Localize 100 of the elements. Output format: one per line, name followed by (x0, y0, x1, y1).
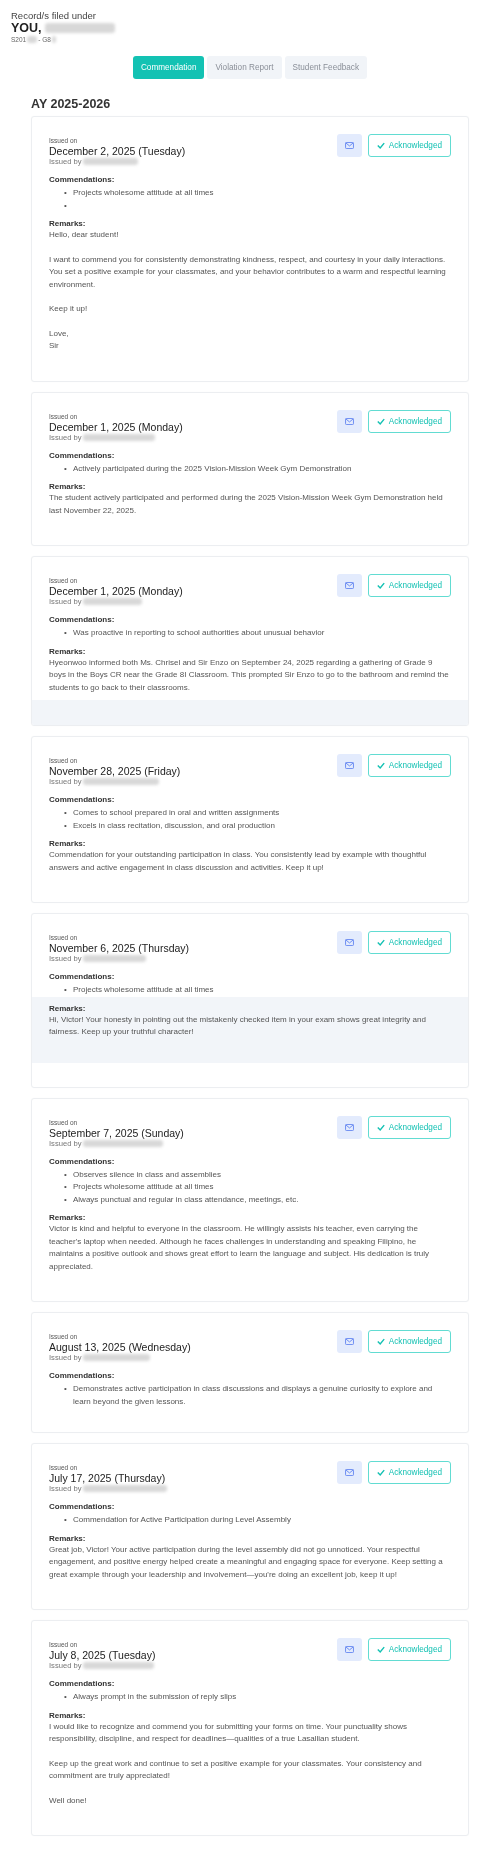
section-label: Remarks: (49, 481, 87, 492)
redacted-text (44, 23, 115, 33)
bullet: • (64, 627, 68, 639)
acknowledged-button[interactable]: Acknowledged (367, 1461, 451, 1484)
bullet: • (64, 984, 68, 996)
mail-button[interactable] (336, 1461, 362, 1484)
bullet: • (64, 462, 68, 475)
remarks-text: Well done! (49, 1794, 88, 1807)
mail-icon (344, 142, 354, 149)
mail-button[interactable] (336, 931, 362, 954)
acknowledged-button[interactable]: Acknowledged (367, 574, 451, 597)
mail-button[interactable] (336, 1115, 362, 1139)
section-label: Commendations: (49, 174, 116, 185)
remarks-text: The student actively participated and performed during the 2025 Vision-Mission Week Gym Demonstration held last November 22, 2025. (49, 492, 444, 517)
mail-button[interactable] (336, 134, 362, 157)
section-label: Remarks: (49, 1532, 87, 1544)
commendation-item: Projects wholesome attitude at all times (73, 984, 214, 996)
mail-icon (344, 1469, 354, 1476)
check-icon (376, 142, 385, 149)
commendation-item: Projects wholesome attitude at all times (73, 187, 214, 199)
acknowledged-button[interactable]: Acknowledged (367, 1638, 451, 1661)
commendation-item: Observes silence in class and assemblies (73, 1168, 222, 1181)
section-label: Remarks: (49, 838, 87, 849)
issue-date: November 28, 2025 (Friday) (49, 765, 181, 777)
check-icon (376, 939, 385, 946)
section-label: Remarks: (49, 1212, 87, 1223)
bullet: • (64, 1691, 68, 1703)
commendation-item: Actively participated during the 2025 Vision-Mission Week Gym Demonstration (73, 462, 352, 475)
mail-icon (344, 1123, 354, 1131)
redacted-text (82, 158, 138, 165)
remarks-text: Victor is kind and helpful to everyone in the classroom. He willingly assists his teacher, even carrying the teacher's laptop when needed. Although he faces challenges in understanding and speaking Filipino, he maintains a positive outlook and shows great effort to learn the language and subject. His dedication is truly appreciated. (49, 1223, 431, 1273)
redacted-text (82, 1662, 154, 1669)
issue-date: July 8, 2025 (Tuesday) (49, 1649, 156, 1661)
tab[interactable]: Commendation (132, 56, 205, 79)
redacted-text (27, 36, 38, 43)
section-label: Commendations: (49, 614, 116, 625)
acknowledged-button[interactable]: Acknowledged (367, 409, 451, 433)
issue-date: July 17, 2025 (Thursday) (49, 1472, 167, 1484)
section-label: Commendations: (49, 971, 116, 982)
commendation-item: Excels in class recitation, discussion, and oral production (73, 819, 275, 832)
bullet: • (64, 1514, 68, 1526)
bullet: • (64, 1181, 68, 1193)
acknowledged-button[interactable]: Acknowledged (367, 1115, 451, 1139)
remarks-text: Hyeonwoo informed both Ms. Chrisel and Sir Enzo on September 24, 2025 regarding a gathering of Grade 9 boys in the Boys CR near the Grade 8I Classroom. This prompted Sir Enzo to go to the bathroom and remind the students to go back to their classrooms. (49, 656, 450, 694)
section-label: Commendations: (49, 1155, 116, 1167)
check-icon (376, 1123, 385, 1131)
acknowledged-button[interactable]: Acknowledged (367, 134, 451, 157)
bullet: • (64, 1193, 68, 1206)
commendation-item: Always punctual and regular in class attendance, meetings, etc. (73, 1193, 299, 1206)
issue-date: December 1, 2025 (Monday) (49, 420, 183, 433)
check-icon (376, 417, 385, 425)
remarks-text: I would like to recognize and commend you for submitting your forms on time. Your punctuality shows responsibility, discipline, and respect for deadlines—qualities of a true Lasallian student. (49, 1720, 408, 1745)
tab[interactable]: Student Feedback (284, 56, 368, 79)
redacted-text (51, 36, 56, 43)
mail-icon (344, 582, 354, 589)
remarks-text: Hi, Victor! Your honesty in pointing out the mistakenly checked item in your exam shows great integrity and fairness. Keep up your truthful character! (49, 1013, 427, 1038)
check-icon (376, 762, 385, 769)
commendation-item: Demonstrates active participation in class discussions and displays a genuine curiosity to explore and learn beyond the given lessons. (73, 1383, 434, 1408)
redacted-text (82, 598, 142, 605)
section-label: Remarks: (49, 218, 87, 229)
commendation-item: Always prompt in the submission of reply slips (73, 1691, 237, 1703)
issue-date: November 6, 2025 (Thursday) (49, 942, 190, 954)
check-icon (376, 582, 385, 589)
bullet: • (64, 1383, 68, 1395)
year-heading: AY 2025-2026 (31, 97, 112, 111)
redacted-text (82, 1354, 150, 1361)
section-label: Remarks: (49, 1002, 87, 1014)
acknowledged-button[interactable]: Acknowledged (367, 754, 451, 777)
mail-button[interactable] (336, 754, 362, 777)
mail-button[interactable] (336, 1638, 362, 1661)
mail-icon (344, 939, 354, 946)
mail-button[interactable] (336, 409, 362, 433)
student-name: YOU, (11, 21, 42, 35)
issue-date: August 13, 2025 (Wednesday) (49, 1341, 191, 1353)
mail-icon (344, 1338, 354, 1345)
bullet: • (64, 1168, 68, 1181)
issue-date: December 1, 2025 (Monday) (49, 585, 183, 597)
remarks-text: Great job, Victor! Your active participation during the level assembly did not go unnoticed. Your respectful engagement, and positive energy helped create a meaningful and engaging space for everyone. Keep setting a great example through your leadership and involvement—you're doing an excellent job, keep it up! (49, 1543, 444, 1581)
commendation-item: Projects wholesome attitude at all times (73, 1181, 214, 1193)
section-label: Commendations: (49, 449, 116, 461)
issue-date: September 7, 2025 (Sunday) (49, 1126, 184, 1139)
remarks-text: Commendation for your outstanding participation in class. You consistently lead by example with thoughtful answers and active engagement in class discussion and activities. Keep it up! (49, 849, 428, 874)
tab[interactable]: Violation Report (207, 56, 282, 79)
check-icon (376, 1469, 385, 1476)
check-icon (376, 1646, 385, 1653)
acknowledged-button[interactable]: Acknowledged (367, 931, 451, 954)
acknowledged-button[interactable]: Acknowledged (367, 1330, 451, 1353)
section-label: Remarks: (49, 1709, 87, 1721)
section-label: Remarks: (49, 645, 87, 657)
mail-button[interactable] (336, 574, 362, 597)
section-label: Commendations: (49, 1678, 116, 1689)
mail-button[interactable] (336, 1330, 362, 1353)
remarks-text: Love, Sir (49, 327, 70, 352)
commendation-item: Was proactive in reporting to school authorities about unusual behavior (73, 627, 325, 639)
record-caption: Record/s filed under (11, 10, 98, 21)
mail-icon (344, 1646, 354, 1653)
commendation-item: Commendation for Active Participation during Level Assembly (73, 1514, 291, 1526)
remarks-text: I want to commend you for consistently demonstrating kindness, respect, and courtesy in your daily interactions. You set a positive example for your classmates, and your behavior contributes to a warm and respectful learning environment. (49, 253, 447, 291)
issue-date: December 2, 2025 (Tuesday) (49, 145, 186, 157)
remarks-text: Keep it up! (49, 303, 89, 315)
